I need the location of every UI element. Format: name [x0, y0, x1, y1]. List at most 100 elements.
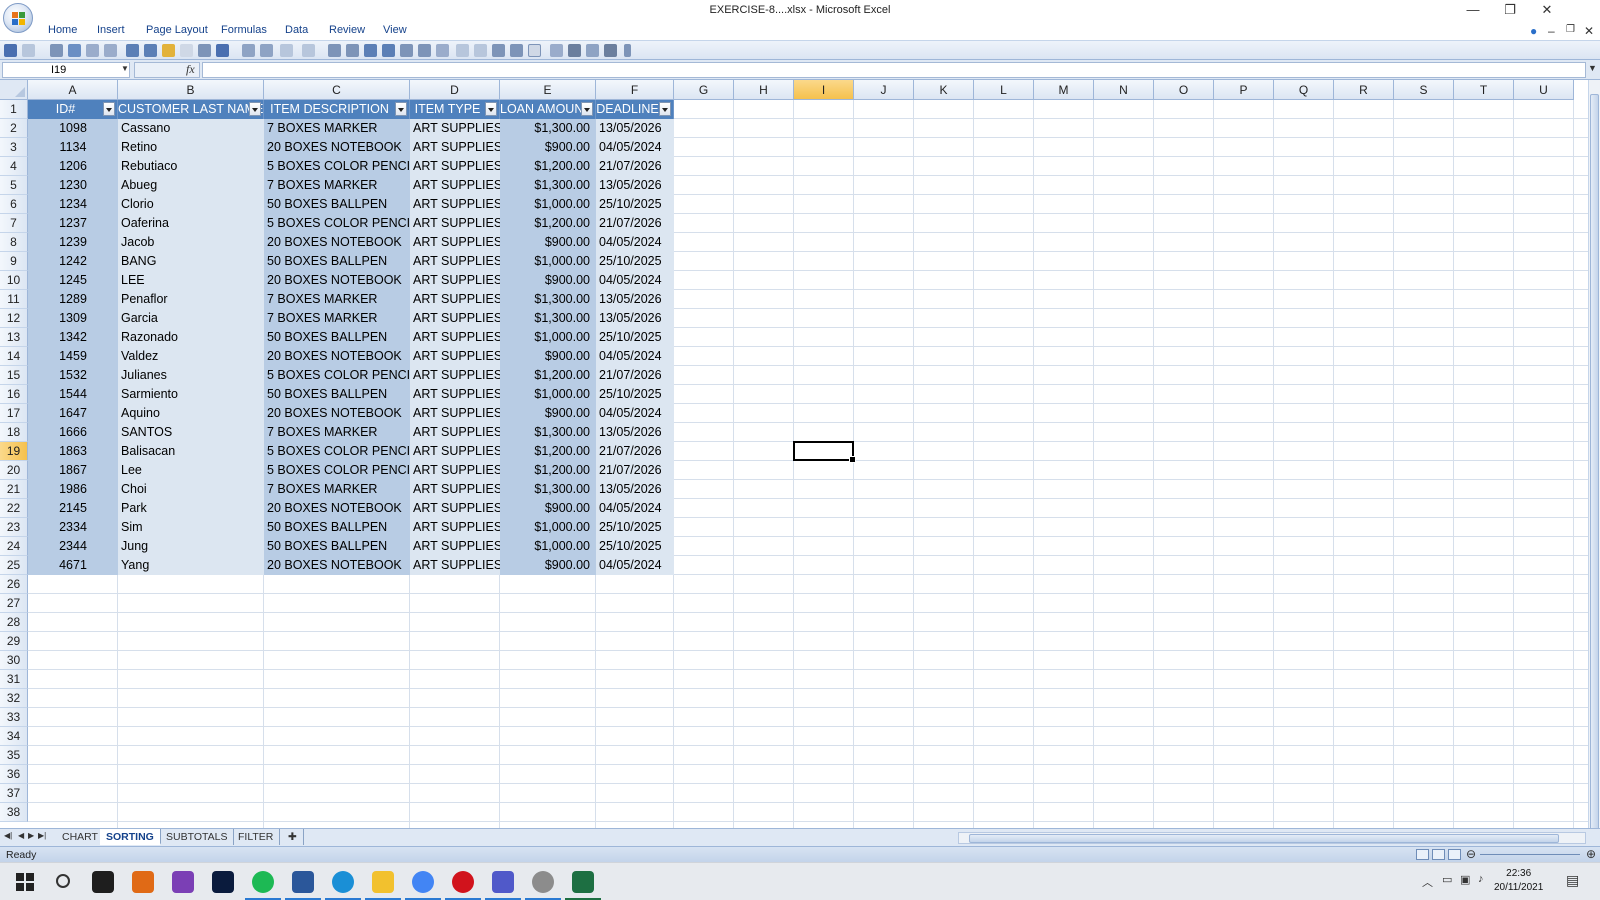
table-cell-deadline[interactable]: 13/05/2026 [596, 480, 674, 499]
system-clock[interactable]: 22:36 20/11/2021 [1494, 867, 1543, 895]
row-header-22[interactable]: 22 [0, 499, 28, 518]
sort-descending-icon[interactable] [144, 44, 157, 57]
chart-icon[interactable] [604, 44, 617, 57]
row-header-21[interactable]: 21 [0, 480, 28, 499]
table-cell-last-name[interactable]: Yang [118, 556, 264, 575]
table-cell-deadline[interactable]: 21/07/2026 [596, 461, 674, 480]
table-cell-item-type[interactable]: ART SUPPLIES [410, 499, 500, 518]
table-cell-id[interactable]: 2145 [28, 499, 118, 518]
column-header-g[interactable]: G [674, 80, 734, 100]
table-cell-last-name[interactable]: Penaflor [118, 290, 264, 309]
table-cell-loan-amount[interactable]: $900.00 [500, 499, 596, 518]
column-header-s[interactable]: S [1394, 80, 1454, 100]
active-cell-cursor[interactable] [793, 441, 856, 463]
table-cell-item-description[interactable]: 20 BOXES NOTEBOOK [264, 556, 410, 575]
search-icon[interactable] [56, 874, 70, 888]
sort-ascending-icon[interactable] [126, 44, 139, 57]
table-cell-item-description[interactable]: 5 BOXES COLOR PENCIL [264, 442, 410, 461]
column-header-e[interactable]: E [500, 80, 596, 100]
table-cell-item-description[interactable]: 20 BOXES NOTEBOOK [264, 404, 410, 423]
workbook-restore-icon[interactable]: ❐ [1566, 24, 1575, 35]
column-header-u[interactable]: U [1514, 80, 1574, 100]
table-cell-item-description[interactable]: 20 BOXES NOTEBOOK [264, 347, 410, 366]
battery-icon[interactable]: ▭ [1442, 873, 1452, 886]
table-cell-item-description[interactable]: 50 BOXES BALLPEN [264, 195, 410, 214]
distribute-icon[interactable] [474, 44, 487, 57]
restore-button[interactable]: ❐ [1495, 2, 1525, 18]
filter-dropdown-icon[interactable] [103, 102, 115, 116]
last-sheet-icon[interactable]: ▶| [38, 831, 46, 840]
table-cell-item-type[interactable]: ART SUPPLIES [410, 404, 500, 423]
sheet-tab-filter[interactable]: FILTER [232, 829, 281, 845]
row-header-32[interactable]: 32 [0, 689, 28, 708]
table-cell-id[interactable]: 1459 [28, 347, 118, 366]
column-header-l[interactable]: L [974, 80, 1034, 100]
insert-sheet-icon[interactable]: ✚ [282, 829, 304, 845]
table-cell-id[interactable]: 1239 [28, 233, 118, 252]
tab-data[interactable]: Data [285, 24, 308, 36]
filter-dropdown-icon[interactable] [659, 102, 671, 116]
windows-start-icon[interactable] [14, 871, 36, 893]
table-cell-item-type[interactable]: ART SUPPLIES [410, 328, 500, 347]
network-icon[interactable]: ▣ [1460, 873, 1470, 886]
table-cell-item-description[interactable]: 20 BOXES NOTEBOOK [264, 233, 410, 252]
table-cell-last-name[interactable]: Retino [118, 138, 264, 157]
visual-studio-icon[interactable] [172, 871, 194, 893]
table-cell-id[interactable]: 2334 [28, 518, 118, 537]
table-cell-deadline[interactable]: 04/05/2024 [596, 499, 674, 518]
table-cell-item-description[interactable]: 7 BOXES MARKER [264, 290, 410, 309]
column-header-h[interactable]: H [734, 80, 794, 100]
table-cell-last-name[interactable]: Garcia [118, 309, 264, 328]
row-header-24[interactable]: 24 [0, 537, 28, 556]
table-cell-item-description[interactable]: 7 BOXES MARKER [264, 423, 410, 442]
table-cell-id[interactable]: 2344 [28, 537, 118, 556]
format-painter-icon[interactable] [68, 44, 81, 57]
tab-review[interactable]: Review [329, 24, 365, 36]
table-cell-item-description[interactable]: 5 BOXES COLOR PENCIL [264, 214, 410, 233]
table-cell-deadline[interactable]: 25/10/2025 [596, 385, 674, 404]
elbow-connector-icon[interactable] [418, 44, 431, 57]
table-cell-last-name[interactable]: Balisacan [118, 442, 264, 461]
prev-sheet-icon[interactable]: ◀ [18, 831, 24, 840]
table-cell-last-name[interactable]: Jung [118, 537, 264, 556]
table-cell-id[interactable]: 1666 [28, 423, 118, 442]
table-cell-loan-amount[interactable]: $1,200.00 [500, 461, 596, 480]
store-icon[interactable] [92, 871, 114, 893]
row-header-10[interactable]: 10 [0, 271, 28, 290]
table-cell-last-name[interactable]: Razonado [118, 328, 264, 347]
customize-toolbar-icon[interactable] [624, 44, 631, 57]
table-cell-last-name[interactable]: Sim [118, 518, 264, 537]
redo-icon[interactable] [280, 44, 293, 57]
undo-icon[interactable] [216, 44, 229, 57]
opera-icon[interactable] [452, 871, 474, 893]
table-cell-id[interactable]: 1532 [28, 366, 118, 385]
tab-formulas[interactable]: Formulas [221, 24, 267, 36]
vertical-scroll-thumb[interactable] [1590, 94, 1599, 846]
table-cell-loan-amount[interactable]: $1,000.00 [500, 518, 596, 537]
table-cell-item-description[interactable]: 50 BOXES BALLPEN [264, 328, 410, 347]
rotate-icon[interactable] [510, 44, 523, 57]
row-header-9[interactable]: 9 [0, 252, 28, 271]
table-cell-id[interactable]: 1242 [28, 252, 118, 271]
row-header-31[interactable]: 31 [0, 670, 28, 689]
table-cell-item-type[interactable]: ART SUPPLIES [410, 157, 500, 176]
column-header-b[interactable]: B [118, 80, 264, 100]
table-cell-item-description[interactable]: 20 BOXES NOTEBOOK [264, 271, 410, 290]
office-button[interactable] [3, 3, 33, 33]
table-cell-item-type[interactable]: ART SUPPLIES [410, 518, 500, 537]
table-cell-item-description[interactable]: 7 BOXES MARKER [264, 176, 410, 195]
chrome-profile-icon[interactable] [532, 871, 554, 893]
column-header-k[interactable]: K [914, 80, 974, 100]
table-cell-deadline[interactable]: 13/05/2026 [596, 423, 674, 442]
table-cell-deadline[interactable]: 21/07/2026 [596, 442, 674, 461]
table-cell-deadline[interactable]: 13/05/2026 [596, 309, 674, 328]
horizontal-scrollbar[interactable] [958, 832, 1586, 844]
column-header-a[interactable]: A [28, 80, 118, 100]
table-cell-id[interactable]: 1237 [28, 214, 118, 233]
table-cell-deadline[interactable]: 25/10/2025 [596, 537, 674, 556]
normal-view-icon[interactable] [1416, 849, 1429, 860]
spreadsheet-grid[interactable]: ABCDEFGHIJKLMNOPQRSTU 1 2 3 4 5 6 7 8 9 10 11 12 13 1… [0, 80, 1588, 828]
table-cell-loan-amount[interactable]: $900.00 [500, 233, 596, 252]
filter-dropdown-icon[interactable] [249, 102, 261, 116]
table-cell-item-type[interactable]: ART SUPPLIES [410, 195, 500, 214]
